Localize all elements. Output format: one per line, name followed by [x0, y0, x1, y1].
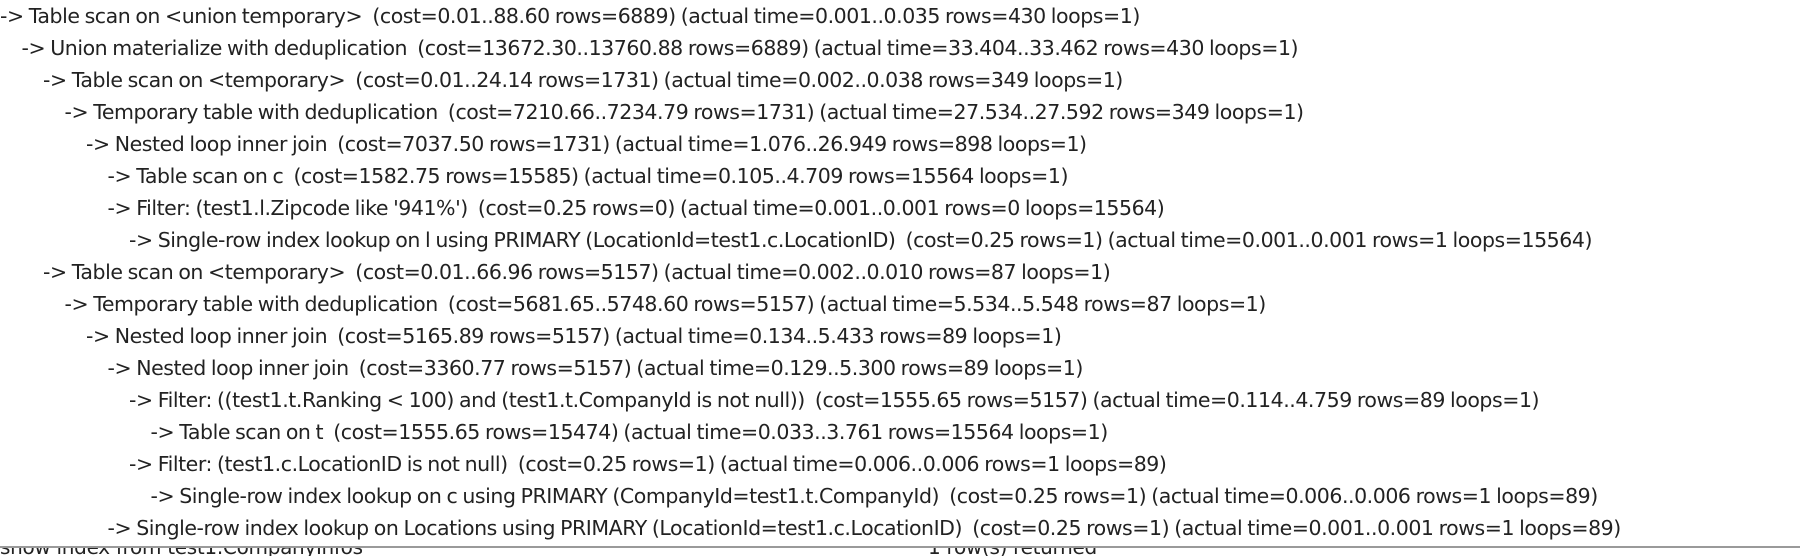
plan-line: -> Temporary table with deduplication (c… [64, 292, 1267, 316]
plan-line: -> Filter: (test1.c.LocationID is not nu… [129, 452, 1167, 476]
plan-line: -> Single-row index lookup on c using PR… [150, 484, 1599, 508]
plan-line: -> Table scan on <union temporary> (cost… [0, 4, 1140, 28]
plan-line: -> Nested loop inner join (cost=3360.77 … [107, 356, 1084, 380]
plan-line: -> Filter: ((test1.t.Ranking < 100) and … [129, 388, 1540, 412]
plan-line: -> Temporary table with deduplication (c… [64, 100, 1305, 124]
plan-line: -> Filter: (test1.l.Zipcode like '941%')… [107, 196, 1165, 220]
plan-line: -> Table scan on t (cost=1555.65 rows=15… [150, 420, 1109, 444]
plan-line: -> Table scan on c (cost=1582.75 rows=15… [107, 164, 1069, 188]
explain-analyze-output: -> Table scan on <union temporary> (cost… [0, 0, 1800, 544]
plan-line: -> Union materialize with deduplication … [21, 36, 1299, 60]
plan-line: -> Single-row index lookup on Locations … [107, 516, 1622, 540]
status-bar: show index from test1.CompanyInfos 1 row… [0, 546, 1800, 556]
status-result-message: 1 row(s) returned [928, 548, 1097, 556]
plan-line: -> Single-row index lookup on l using PR… [129, 228, 1592, 252]
plan-line: -> Nested loop inner join (cost=5165.89 … [86, 324, 1062, 348]
plan-line: -> Table scan on <temporary> (cost=0.01.… [43, 260, 1111, 284]
plan-line: -> Table scan on <temporary> (cost=0.01.… [43, 68, 1123, 92]
status-last-query[interactable]: show index from test1.CompanyInfos [0, 548, 363, 556]
plan-line: -> Nested loop inner join (cost=7037.50 … [86, 132, 1087, 156]
